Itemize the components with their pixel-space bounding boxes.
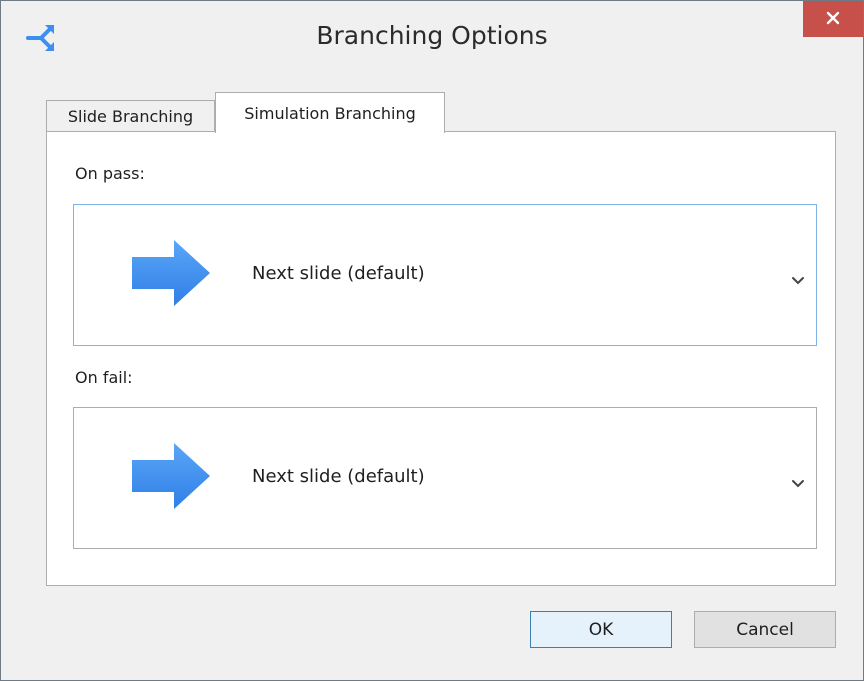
close-button[interactable]	[803, 1, 863, 37]
dialog-window: Branching Options Slide Branching Simula…	[0, 0, 864, 681]
window-title: Branching Options	[316, 21, 548, 50]
on-fail-label: On fail:	[75, 368, 133, 387]
tab-slide-branching[interactable]: Slide Branching	[46, 100, 215, 132]
right-arrow-icon	[132, 443, 210, 509]
tab-simulation-branching[interactable]: Simulation Branching	[215, 92, 445, 133]
on-fail-dropdown[interactable]: Next slide (default)	[73, 407, 817, 549]
tab-panel: On pass: Next slide (default) On fail: N…	[46, 131, 836, 586]
cancel-button[interactable]: Cancel	[694, 611, 836, 648]
on-pass-value: Next slide (default)	[252, 263, 425, 284]
ok-button[interactable]: OK	[530, 611, 672, 648]
right-arrow-icon	[132, 240, 210, 306]
close-icon	[826, 10, 840, 29]
chevron-down-icon	[791, 473, 805, 488]
tab-label: Slide Branching	[67, 107, 194, 126]
tab-label: Simulation Branching	[244, 103, 416, 123]
title-bar[interactable]: Branching Options	[1, 1, 863, 81]
on-fail-value: Next slide (default)	[252, 466, 425, 487]
on-pass-label: On pass:	[75, 164, 145, 183]
on-pass-dropdown[interactable]: Next slide (default)	[73, 204, 817, 346]
chevron-down-icon	[791, 270, 805, 285]
